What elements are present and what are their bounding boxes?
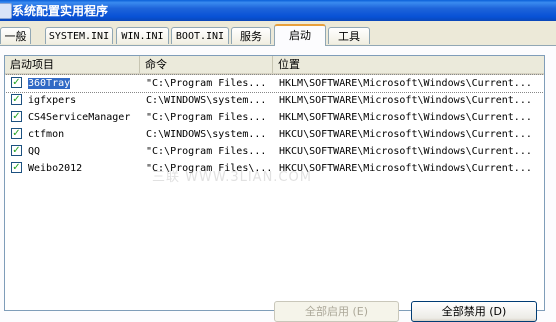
list-header: 启动项目 命令 位置 bbox=[5, 56, 544, 75]
column-header-location[interactable]: 位置 bbox=[273, 56, 544, 73]
checkbox[interactable]: ✓ bbox=[11, 77, 22, 88]
list-item[interactable]: ✓ Weibo2012 "C:\Program Files\... HKCU\S… bbox=[5, 160, 544, 177]
tab-strip: 一般 SYSTEM.INI WIN.INI BOOT.INI 服务 启动 工具 bbox=[0, 24, 556, 46]
tab-win-ini[interactable]: WIN.INI bbox=[116, 27, 169, 44]
list-item[interactable]: ✓ CS4ServiceManager "C:\Program Files...… bbox=[5, 109, 544, 126]
checkbox[interactable]: ✓ bbox=[11, 111, 22, 122]
startup-list[interactable]: 启动项目 命令 位置 ✓ 360Tray "C:\Program Files..… bbox=[4, 55, 545, 311]
tab-tools[interactable]: 工具 bbox=[328, 27, 370, 44]
item-command: "C:\Program Files... bbox=[146, 146, 267, 157]
tab-system-ini[interactable]: SYSTEM.INI bbox=[45, 27, 113, 44]
list-item[interactable]: ✓ 360Tray "C:\Program Files... HKLM\SOFT… bbox=[5, 74, 544, 93]
item-name: CS4ServiceManager bbox=[28, 112, 131, 123]
tab-boot-ini[interactable]: BOOT.INI bbox=[171, 27, 229, 44]
list-item[interactable]: ✓ igfxpers C:\WINDOWS\system... HKLM\SOF… bbox=[5, 92, 544, 109]
tab-startup[interactable]: 启动 bbox=[274, 24, 326, 46]
item-command: "C:\Program Files\... bbox=[146, 163, 272, 174]
item-name: QQ bbox=[28, 146, 41, 157]
item-name: 360Tray bbox=[28, 78, 71, 89]
disable-all-button[interactable]: 全部禁用 (D) bbox=[411, 301, 537, 322]
list-item[interactable]: ✓ QQ "C:\Program Files... HKCU\SOFTWARE\… bbox=[5, 143, 544, 160]
column-header-item[interactable]: 启动项目 bbox=[5, 56, 140, 73]
item-location: HKCU\SOFTWARE\Microsoft\Windows\Current.… bbox=[279, 146, 532, 157]
window-title: 系统配置实用程序 bbox=[12, 4, 109, 18]
checkbox[interactable]: ✓ bbox=[11, 145, 22, 156]
item-location: HKLM\SOFTWARE\Microsoft\Windows\Current.… bbox=[279, 95, 532, 106]
enable-all-button[interactable]: 全部启用 (E) bbox=[274, 301, 399, 322]
startup-page: 启动项目 命令 位置 ✓ 360Tray "C:\Program Files..… bbox=[0, 45, 556, 322]
item-name: igfxpers bbox=[28, 95, 77, 106]
checkbox[interactable]: ✓ bbox=[11, 128, 22, 139]
item-location: HKLM\SOFTWARE\Microsoft\Windows\Current.… bbox=[279, 78, 532, 89]
item-location: HKLM\SOFTWARE\Microsoft\Windows\Current.… bbox=[279, 112, 532, 123]
list-item[interactable]: ✓ ctfmon C:\WINDOWS\system... HKCU\SOFTW… bbox=[5, 126, 544, 143]
item-command: "C:\Program Files... bbox=[146, 78, 267, 89]
tab-general[interactable]: 一般 bbox=[0, 27, 31, 44]
item-command: "C:\Program Files... bbox=[146, 112, 267, 123]
item-command: C:\WINDOWS\system... bbox=[146, 95, 267, 106]
column-header-command[interactable]: 命令 bbox=[140, 56, 273, 73]
item-name: ctfmon bbox=[28, 129, 65, 140]
item-location: HKCU\SOFTWARE\Microsoft\Windows\Current.… bbox=[279, 129, 532, 140]
title-bar[interactable]: 系统配置实用程序 bbox=[0, 0, 556, 21]
app-icon bbox=[0, 3, 12, 19]
checkbox[interactable]: ✓ bbox=[11, 94, 22, 105]
item-command: C:\WINDOWS\system... bbox=[146, 129, 267, 140]
tab-services[interactable]: 服务 bbox=[231, 27, 271, 44]
item-name: Weibo2012 bbox=[28, 163, 83, 174]
item-location: HKCU\SOFTWARE\Microsoft\Windows\Current.… bbox=[279, 163, 532, 174]
checkbox[interactable]: ✓ bbox=[11, 162, 22, 173]
